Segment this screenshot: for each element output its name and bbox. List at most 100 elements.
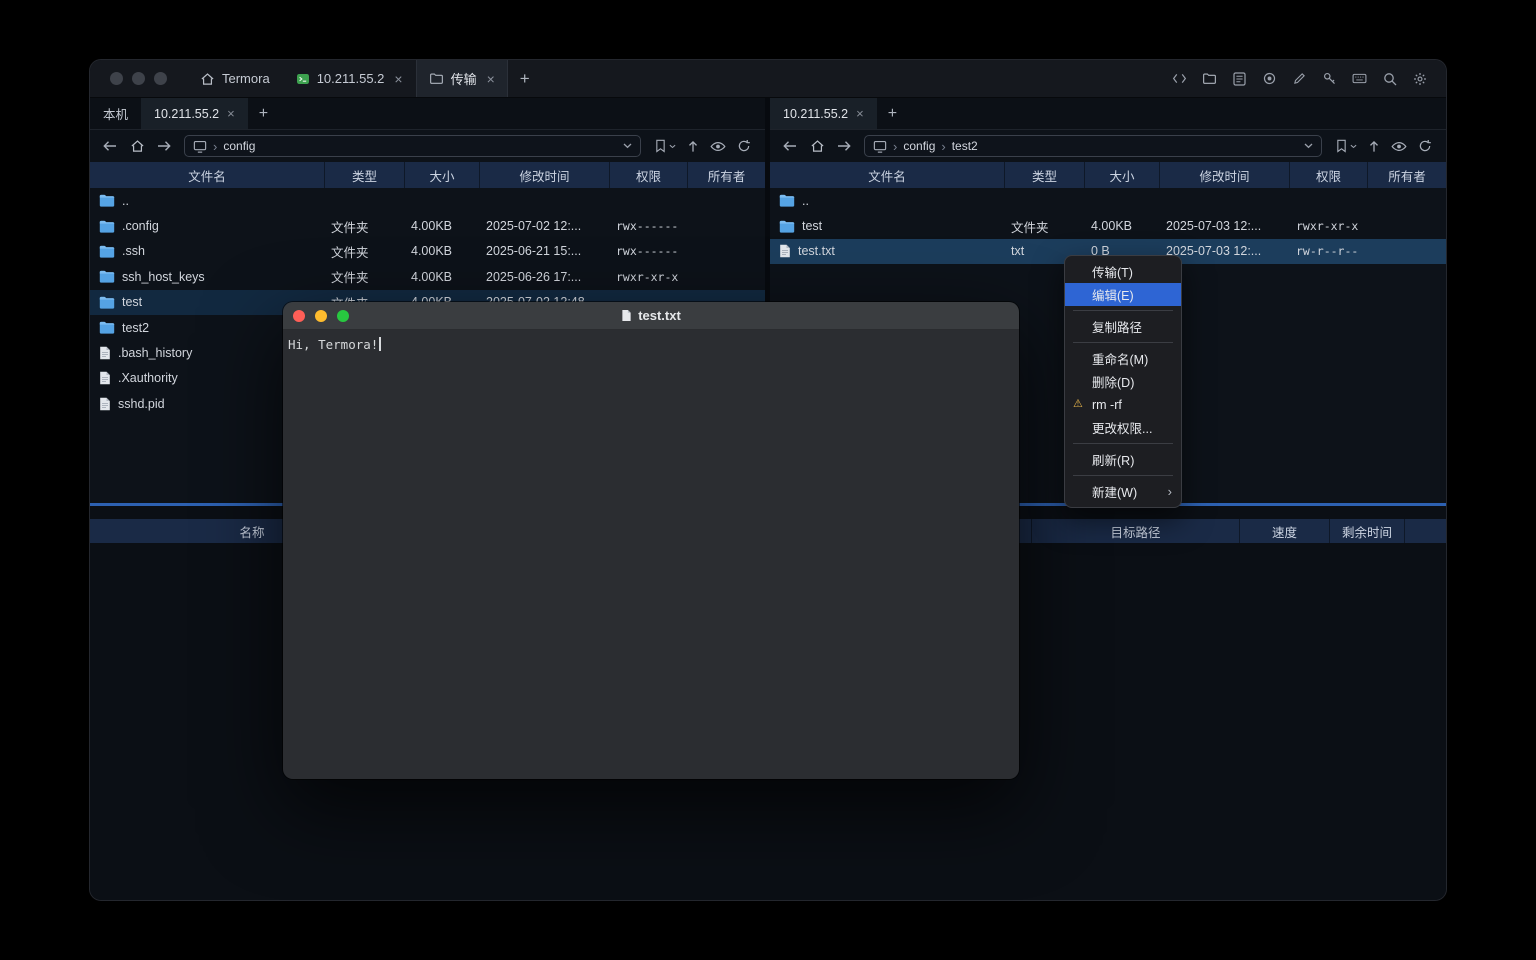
menu-item-编辑(E)[interactable]: 编辑(E) <box>1065 283 1181 306</box>
menu-item-rm -rf[interactable]: ⚠rm -rf <box>1065 393 1181 416</box>
column-header-speed[interactable]: 速度 <box>1240 519 1330 543</box>
show-hidden-button[interactable] <box>710 141 726 152</box>
menu-separator <box>1073 443 1173 444</box>
chevron-down-icon <box>1350 144 1357 149</box>
menu-item-label: 编辑(E) <box>1092 285 1134 304</box>
panel-tab-10.211.55.2[interactable]: 10.211.55.2 × <box>141 98 248 129</box>
menu-separator <box>1073 310 1173 311</box>
breadcrumb-dropdown-icon[interactable] <box>623 143 632 149</box>
column-header-modified[interactable]: 修改时间 <box>480 162 610 188</box>
parent-directory-button[interactable] <box>1368 140 1380 153</box>
breadcrumb-segment[interactable]: test2 <box>952 139 978 153</box>
pencil-button[interactable] <box>1291 70 1308 87</box>
menu-item-复制路径[interactable]: 复制路径 <box>1065 315 1181 338</box>
gear-button[interactable] <box>1411 70 1428 87</box>
column-header-permissions[interactable]: 权限 <box>610 162 688 188</box>
breadcrumb-separator: › <box>893 139 897 154</box>
close-window-button[interactable] <box>293 310 305 322</box>
zoom-window-button[interactable] <box>154 72 167 85</box>
menu-item-label: 刷新(R) <box>1092 450 1134 469</box>
column-header-type[interactable]: 类型 <box>1005 162 1085 188</box>
panel-tab-10.211.55.2[interactable]: 10.211.55.2× <box>770 98 877 129</box>
titlebar-tab-Termora[interactable]: Termora <box>187 60 283 97</box>
minimize-window-button[interactable] <box>132 72 145 85</box>
column-header-remaining-time[interactable]: 剩余时间 <box>1330 519 1405 543</box>
breadcrumb-segment[interactable]: config <box>223 139 255 153</box>
breadcrumb-dropdown-icon[interactable] <box>1304 143 1313 149</box>
column-header-owner[interactable]: 所有者 <box>1368 162 1446 188</box>
file-name: test <box>802 219 822 233</box>
column-header-owner[interactable]: 所有者 <box>688 162 765 188</box>
right-panel-toolbar: ›config›test2 <box>770 130 1446 162</box>
file-name: .Xauthority <box>118 371 178 385</box>
column-header-filename[interactable]: 文件名 <box>770 162 1005 188</box>
zoom-window-button[interactable] <box>337 310 349 322</box>
code-button[interactable] <box>1171 70 1188 87</box>
file-row-..[interactable]: .. <box>90 188 765 213</box>
titlebar: Termora10.211.55.2×传输× + <box>90 60 1446 98</box>
file-name: test.txt <box>798 244 835 258</box>
parent-directory-button[interactable] <box>687 140 699 153</box>
menu-item-删除(D)[interactable]: 删除(D) <box>1065 370 1181 393</box>
forward-button[interactable] <box>832 135 856 157</box>
file-row-ssh_host_keys[interactable]: ssh_host_keys文件夹4.00KB2025-06-26 17:...r… <box>90 264 765 289</box>
column-header-type[interactable]: 类型 <box>325 162 405 188</box>
tab-close-icon[interactable]: × <box>227 107 235 120</box>
editor-titlebar[interactable]: test.txt <box>283 302 1019 330</box>
panel-tab-本机[interactable]: 本机 <box>90 98 141 129</box>
right-panel-tab-bar: 10.211.55.2×+ <box>770 98 1446 130</box>
menu-separator <box>1073 342 1173 343</box>
menu-item-新建(W)[interactable]: 新建(W)› <box>1065 480 1181 503</box>
menu-item-刷新(R)[interactable]: 刷新(R) <box>1065 448 1181 471</box>
back-button[interactable] <box>778 135 802 157</box>
show-hidden-button[interactable] <box>1391 141 1407 152</box>
column-header-size[interactable]: 大小 <box>1085 162 1160 188</box>
home-button[interactable] <box>805 135 829 157</box>
tab-close-icon[interactable]: × <box>487 72 495 86</box>
titlebar-tab-传输[interactable]: 传输× <box>416 60 508 97</box>
new-tab-button[interactable]: + <box>248 98 279 129</box>
tab-close-icon[interactable]: × <box>394 72 402 86</box>
back-button[interactable] <box>98 135 122 157</box>
folder-outline-button[interactable] <box>1201 70 1218 87</box>
close-window-button[interactable] <box>110 72 123 85</box>
log-button[interactable] <box>1231 70 1248 87</box>
file-row-test[interactable]: test文件夹4.00KB2025-07-03 12:...rwxr-xr-x <box>770 213 1446 238</box>
column-header-permissions[interactable]: 权限 <box>1290 162 1368 188</box>
bookmark-button[interactable] <box>1336 139 1357 153</box>
refresh-button[interactable] <box>737 139 751 153</box>
menu-item-重命名(M)[interactable]: 重命名(M) <box>1065 347 1181 370</box>
home-button[interactable] <box>125 135 149 157</box>
titlebar-actions <box>1171 60 1446 97</box>
column-header-destination[interactable]: 目标路径 <box>1032 519 1240 543</box>
panel-tab-label: 10.211.55.2 <box>154 107 219 121</box>
file-row-.ssh[interactable]: .ssh文件夹4.00KB2025-06-21 15:...rwx------ <box>90 239 765 264</box>
path-breadcrumb[interactable]: ›config <box>184 135 641 157</box>
editor-content[interactable]: Hi, Termora! <box>283 330 1019 779</box>
menu-item-传输(T)[interactable]: 传输(T) <box>1065 260 1181 283</box>
file-size-cell: 4.00KB <box>405 219 480 233</box>
keyboard-button[interactable] <box>1351 70 1368 87</box>
file-row-.config[interactable]: .config文件夹4.00KB2025-07-02 12:...rwx----… <box>90 213 765 238</box>
titlebar-tab-10.211.55.2[interactable]: 10.211.55.2× <box>283 60 416 97</box>
refresh-button[interactable] <box>1418 139 1432 153</box>
minimize-window-button[interactable] <box>315 310 327 322</box>
column-header-modified[interactable]: 修改时间 <box>1160 162 1290 188</box>
column-header-size[interactable]: 大小 <box>405 162 480 188</box>
file-row-..[interactable]: .. <box>770 188 1446 213</box>
new-tab-button[interactable]: + <box>877 98 908 129</box>
column-header-filename[interactable]: 文件名 <box>90 162 325 188</box>
bookmark-button[interactable] <box>655 139 676 153</box>
forward-button[interactable] <box>152 135 176 157</box>
menu-item-label: 复制路径 <box>1092 317 1142 336</box>
new-window-tab-button[interactable]: + <box>508 60 542 97</box>
file-name: test2 <box>122 321 149 335</box>
key-button[interactable] <box>1321 70 1338 87</box>
breadcrumb-segment[interactable]: config <box>903 139 935 153</box>
menu-item-更改权限...[interactable]: 更改权限... <box>1065 416 1181 439</box>
search-button[interactable] <box>1381 70 1398 87</box>
tab-close-icon[interactable]: × <box>856 107 864 120</box>
file-name-cell: .ssh <box>90 244 325 258</box>
record-button[interactable] <box>1261 70 1278 87</box>
path-breadcrumb[interactable]: ›config›test2 <box>864 135 1322 157</box>
